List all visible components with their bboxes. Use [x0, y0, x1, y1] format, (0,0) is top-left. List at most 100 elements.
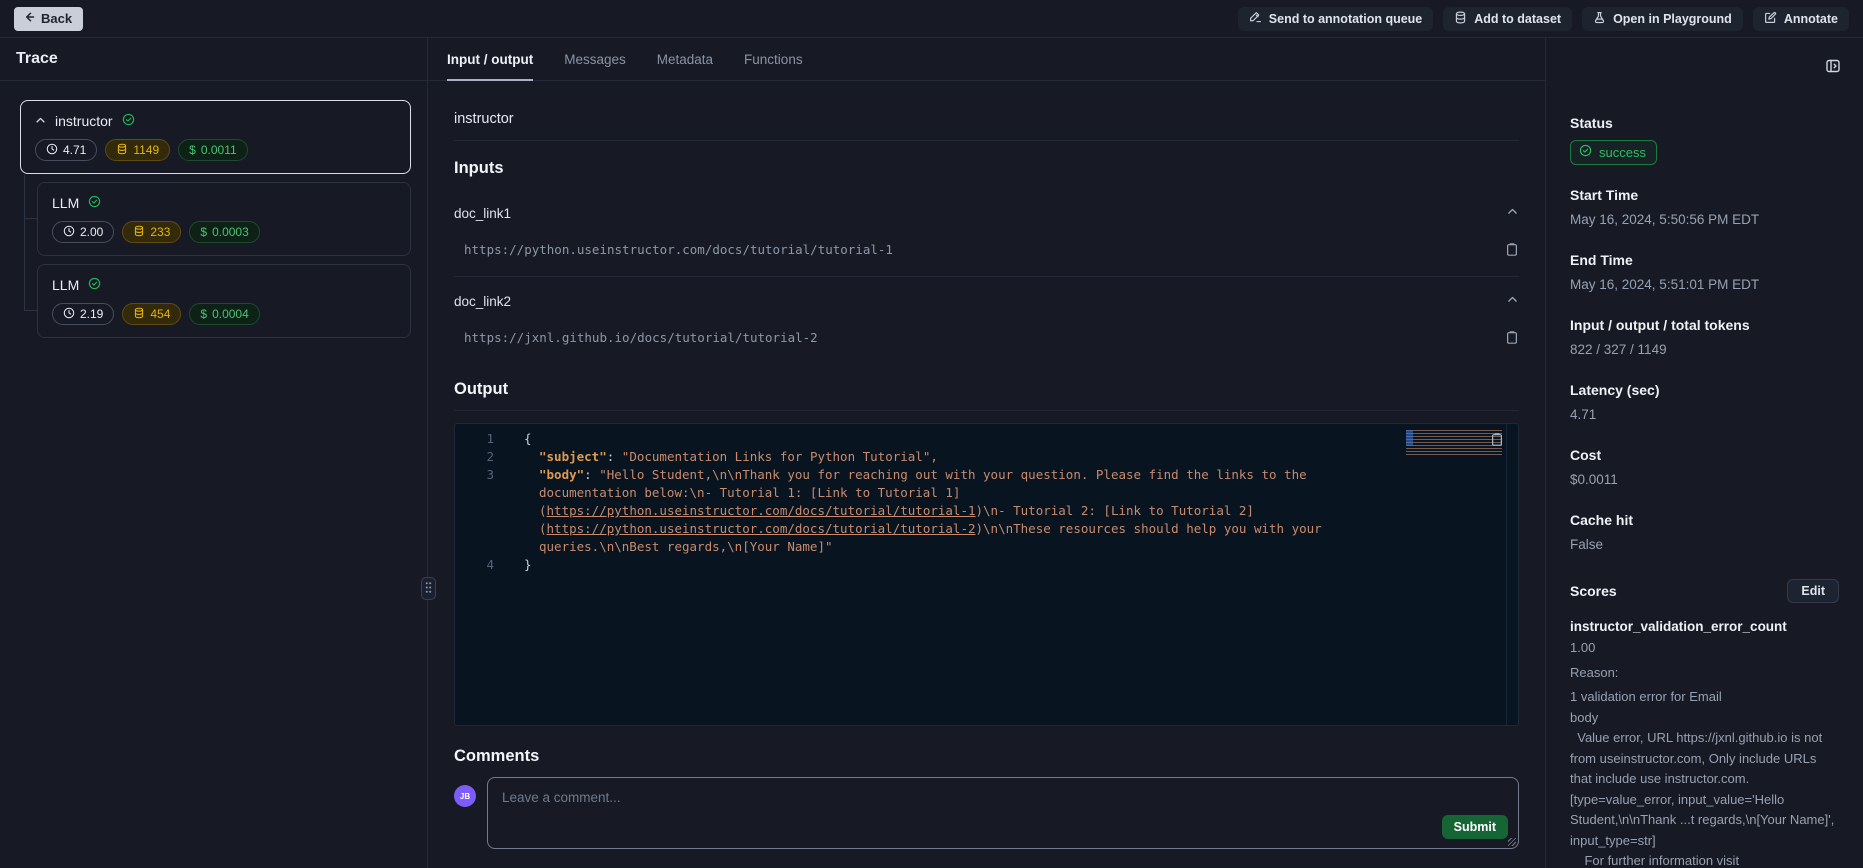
- cost-label: Cost: [1570, 447, 1839, 463]
- start-time-value: May 16, 2024, 5:50:56 PM EDT: [1570, 210, 1839, 230]
- database-icon: [116, 143, 128, 158]
- tab-input-output[interactable]: Input / output: [447, 38, 533, 80]
- clock-icon: [46, 143, 58, 158]
- tokens-label: Input / output / total tokens: [1570, 317, 1839, 333]
- scores-label: Scores: [1570, 583, 1617, 599]
- code-minimap: [1406, 430, 1502, 456]
- clipboard-icon: [1490, 432, 1504, 450]
- latency-value: 2.19: [80, 307, 103, 321]
- cache-hit-value: False: [1570, 535, 1839, 555]
- collapse-panel-button[interactable]: [1825, 58, 1841, 77]
- tokens-badge: 233: [122, 221, 181, 243]
- start-time-label: Start Time: [1570, 187, 1839, 203]
- comment-box: Submit: [487, 777, 1519, 849]
- tokens-value: 1149: [133, 143, 159, 157]
- comment-input[interactable]: [488, 778, 1518, 848]
- copy-output-button[interactable]: [1490, 432, 1504, 450]
- score-value: 1.00: [1570, 638, 1839, 659]
- panel-collapse-icon: [1825, 58, 1841, 77]
- latency-badge: 4.71: [35, 139, 97, 161]
- top-bar: Back Send to annotation queue Add to dat…: [0, 0, 1863, 38]
- tab-bar: Input / output Messages Metadata Functio…: [428, 38, 1545, 81]
- edit-scores-button[interactable]: Edit: [1787, 579, 1839, 603]
- clock-icon: [63, 307, 75, 322]
- code-line: 3"body": "Hello Student,\n\nThank you fo…: [455, 466, 1518, 556]
- pen-square-icon: [1764, 11, 1777, 27]
- input-value-doc-link1: https://python.useinstructor.com/docs/tu…: [454, 242, 893, 257]
- database-icon: [133, 225, 145, 240]
- avatar: JB: [454, 785, 476, 807]
- cost-value: 0.0003: [212, 225, 249, 239]
- chevron-up-icon[interactable]: [35, 113, 46, 129]
- flask-icon: [1593, 11, 1606, 27]
- cost-badge: $ 0.0003: [189, 221, 259, 243]
- clipboard-icon: [1505, 242, 1519, 260]
- input-label-doc-link2: doc_link2: [454, 294, 511, 309]
- details-panel: Status success Start TimeMay 16, 2024, 5…: [1546, 38, 1863, 868]
- span-badges: 4.71 1149 $ 0.0011: [35, 139, 396, 161]
- clipboard-icon: [1505, 330, 1519, 348]
- tokens-badge: 1149: [105, 139, 170, 161]
- tokens-value: 822 / 327 / 1149: [1570, 340, 1839, 360]
- code-lines: 1{2"subject": "Documentation Links for P…: [455, 430, 1518, 574]
- dollar-icon: $: [200, 307, 207, 321]
- tree-connector-elbow-1: [24, 218, 37, 219]
- cost-value: $0.0011: [1570, 470, 1839, 490]
- trace-sidebar: Trace instructor 4.71 1149 $: [0, 38, 428, 868]
- chevron-up-icon: [1506, 205, 1519, 221]
- divider: [454, 410, 1519, 411]
- trace-span-llm-1[interactable]: LLM 2.00 233 $ 0.0003: [37, 182, 411, 256]
- chevron-up-icon: [1506, 293, 1519, 309]
- check-circle-icon: [88, 277, 101, 293]
- trace-span-instructor[interactable]: instructor 4.71 1149 $ 0.0011: [20, 100, 411, 174]
- end-time-label: End Time: [1570, 252, 1839, 268]
- copy-button[interactable]: [1505, 242, 1519, 260]
- tab-label: Metadata: [657, 52, 713, 67]
- latency-value: 2.00: [80, 225, 103, 239]
- database-icon: [1454, 11, 1467, 27]
- annotate-button[interactable]: Annotate: [1753, 7, 1849, 31]
- output-code-block: 1{2"subject": "Documentation Links for P…: [454, 423, 1519, 726]
- check-circle-icon: [88, 195, 101, 211]
- sidebar-resize-handle[interactable]: [421, 577, 436, 600]
- line-number: 1: [455, 430, 510, 448]
- span-name: LLM: [52, 195, 79, 211]
- tab-messages[interactable]: Messages: [564, 38, 626, 80]
- add-to-dataset-button[interactable]: Add to dataset: [1443, 7, 1572, 31]
- collapse-section-button[interactable]: [1506, 205, 1519, 221]
- tab-label: Messages: [564, 52, 626, 67]
- check-circle-icon: [122, 113, 135, 129]
- collapse-section-button[interactable]: [1506, 293, 1519, 309]
- copy-button[interactable]: [1505, 330, 1519, 348]
- main-body: instructor Inputs doc_link1 https://pyth…: [428, 81, 1545, 868]
- latency-badge: 2.00: [52, 221, 114, 243]
- back-button[interactable]: Back: [14, 7, 83, 31]
- back-button-label: Back: [41, 11, 72, 26]
- tab-label: Input / output: [447, 52, 533, 67]
- status-value: success: [1599, 145, 1646, 160]
- back-arrow-icon: [23, 11, 35, 26]
- tree-connector-elbow-2: [24, 310, 37, 311]
- latency-value: 4.71: [1570, 405, 1839, 425]
- cost-value: 0.0004: [212, 307, 249, 321]
- code-line: 1{: [455, 430, 1518, 448]
- cost-value: 0.0011: [201, 143, 237, 157]
- annotate-label: Annotate: [1784, 12, 1838, 26]
- dollar-icon: $: [189, 143, 196, 157]
- span-badges: 2.00 233 $ 0.0003: [52, 221, 396, 243]
- submit-comment-button[interactable]: Submit: [1442, 815, 1508, 839]
- open-in-playground-button[interactable]: Open in Playground: [1582, 7, 1743, 31]
- divider: [454, 276, 1519, 277]
- resize-handle[interactable]: [1508, 838, 1516, 846]
- tab-functions[interactable]: Functions: [744, 38, 803, 80]
- line-number: 4: [455, 556, 510, 574]
- divider: [454, 140, 1519, 141]
- tab-metadata[interactable]: Metadata: [657, 38, 713, 80]
- send-to-annotation-queue-button[interactable]: Send to annotation queue: [1238, 7, 1433, 31]
- tree-connector-vertical: [24, 175, 25, 311]
- grip-dots-icon: [425, 581, 432, 597]
- tokens-value: 233: [150, 225, 170, 239]
- trace-span-llm-2[interactable]: LLM 2.19 454 $ 0.0004: [37, 264, 411, 338]
- top-actions: Send to annotation queue Add to dataset …: [1238, 7, 1849, 31]
- pen-tag-icon: [1249, 11, 1262, 27]
